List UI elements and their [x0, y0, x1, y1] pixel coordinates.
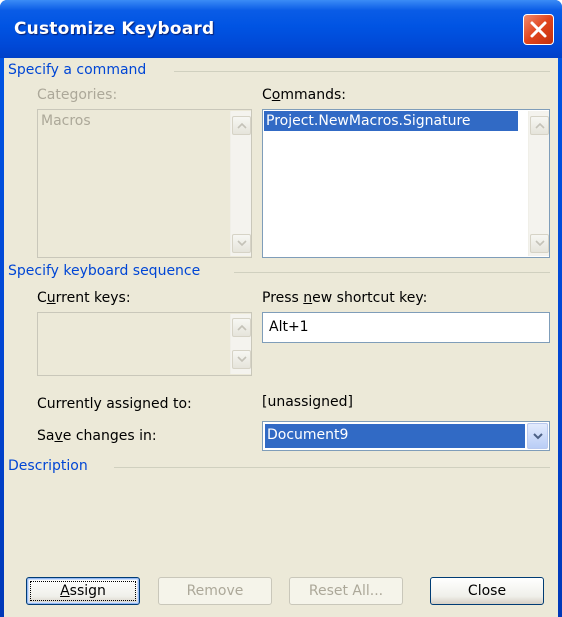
customize-keyboard-dialog: Customize Keyboard Specify a command Cat… [0, 0, 562, 617]
commands-label: Commands: [262, 87, 346, 103]
scroll-up-arrow-icon [535, 122, 545, 129]
scroll-down-arrow-icon [535, 240, 545, 247]
scroll-up-button [232, 318, 251, 337]
group-divider [234, 272, 550, 273]
dropdown-button[interactable] [527, 423, 548, 449]
categories-scrollbar [230, 111, 251, 256]
currently-assigned-label: Currently assigned to: [37, 396, 192, 412]
list-item: Macros [41, 113, 91, 129]
current-keys-scrollbar [230, 314, 251, 374]
remove-button: Remove [158, 577, 272, 605]
categories-label: Categories: [37, 87, 118, 103]
close-x-icon [530, 21, 547, 38]
dialog-client-area: Specify a command Categories: Commands: … [4, 58, 558, 617]
scroll-down-button[interactable] [530, 234, 549, 253]
save-changes-label: Save changes in: [37, 428, 157, 444]
reset-all-button: Reset All... [289, 577, 403, 605]
close-window-button[interactable] [523, 14, 554, 45]
categories-listbox: Macros [37, 109, 252, 258]
scroll-down-arrow-icon [237, 356, 247, 363]
scroll-up-arrow-icon [237, 122, 247, 129]
group-divider [174, 71, 550, 72]
description-text-area [37, 486, 550, 574]
specify-command-group-title: Specify a command [8, 62, 155, 78]
currently-assigned-value: [unassigned] [262, 394, 353, 410]
window-title: Customize Keyboard [14, 19, 215, 39]
description-group-title: Description [8, 458, 96, 474]
commands-scrollbar[interactable] [528, 111, 549, 256]
current-keys-listbox [37, 312, 252, 376]
scroll-down-button [232, 234, 251, 253]
save-changes-selected-value: Document9 [265, 424, 525, 448]
title-bar[interactable]: Customize Keyboard [0, 0, 562, 58]
scroll-up-button [232, 116, 251, 135]
dropdown-arrow-icon [533, 433, 543, 440]
close-button[interactable]: Close [430, 577, 544, 605]
list-item[interactable]: Project.NewMacros.Signature [264, 111, 518, 131]
scroll-down-button [232, 350, 251, 369]
scroll-down-arrow-icon [237, 240, 247, 247]
press-new-shortcut-label: Press new shortcut key: [262, 290, 428, 306]
keyboard-sequence-group-title: Specify keyboard sequence [8, 263, 209, 279]
assign-button[interactable]: Assign [26, 577, 140, 605]
scroll-up-button[interactable] [530, 116, 549, 135]
press-new-shortcut-input[interactable]: Alt+1 [262, 312, 550, 343]
commands-listbox[interactable]: Project.NewMacros.Signature [262, 109, 550, 258]
scroll-up-arrow-icon [237, 324, 247, 331]
current-keys-label: Current keys: [37, 290, 131, 306]
group-divider [114, 467, 550, 468]
save-changes-dropdown[interactable]: Document9 [262, 421, 550, 451]
